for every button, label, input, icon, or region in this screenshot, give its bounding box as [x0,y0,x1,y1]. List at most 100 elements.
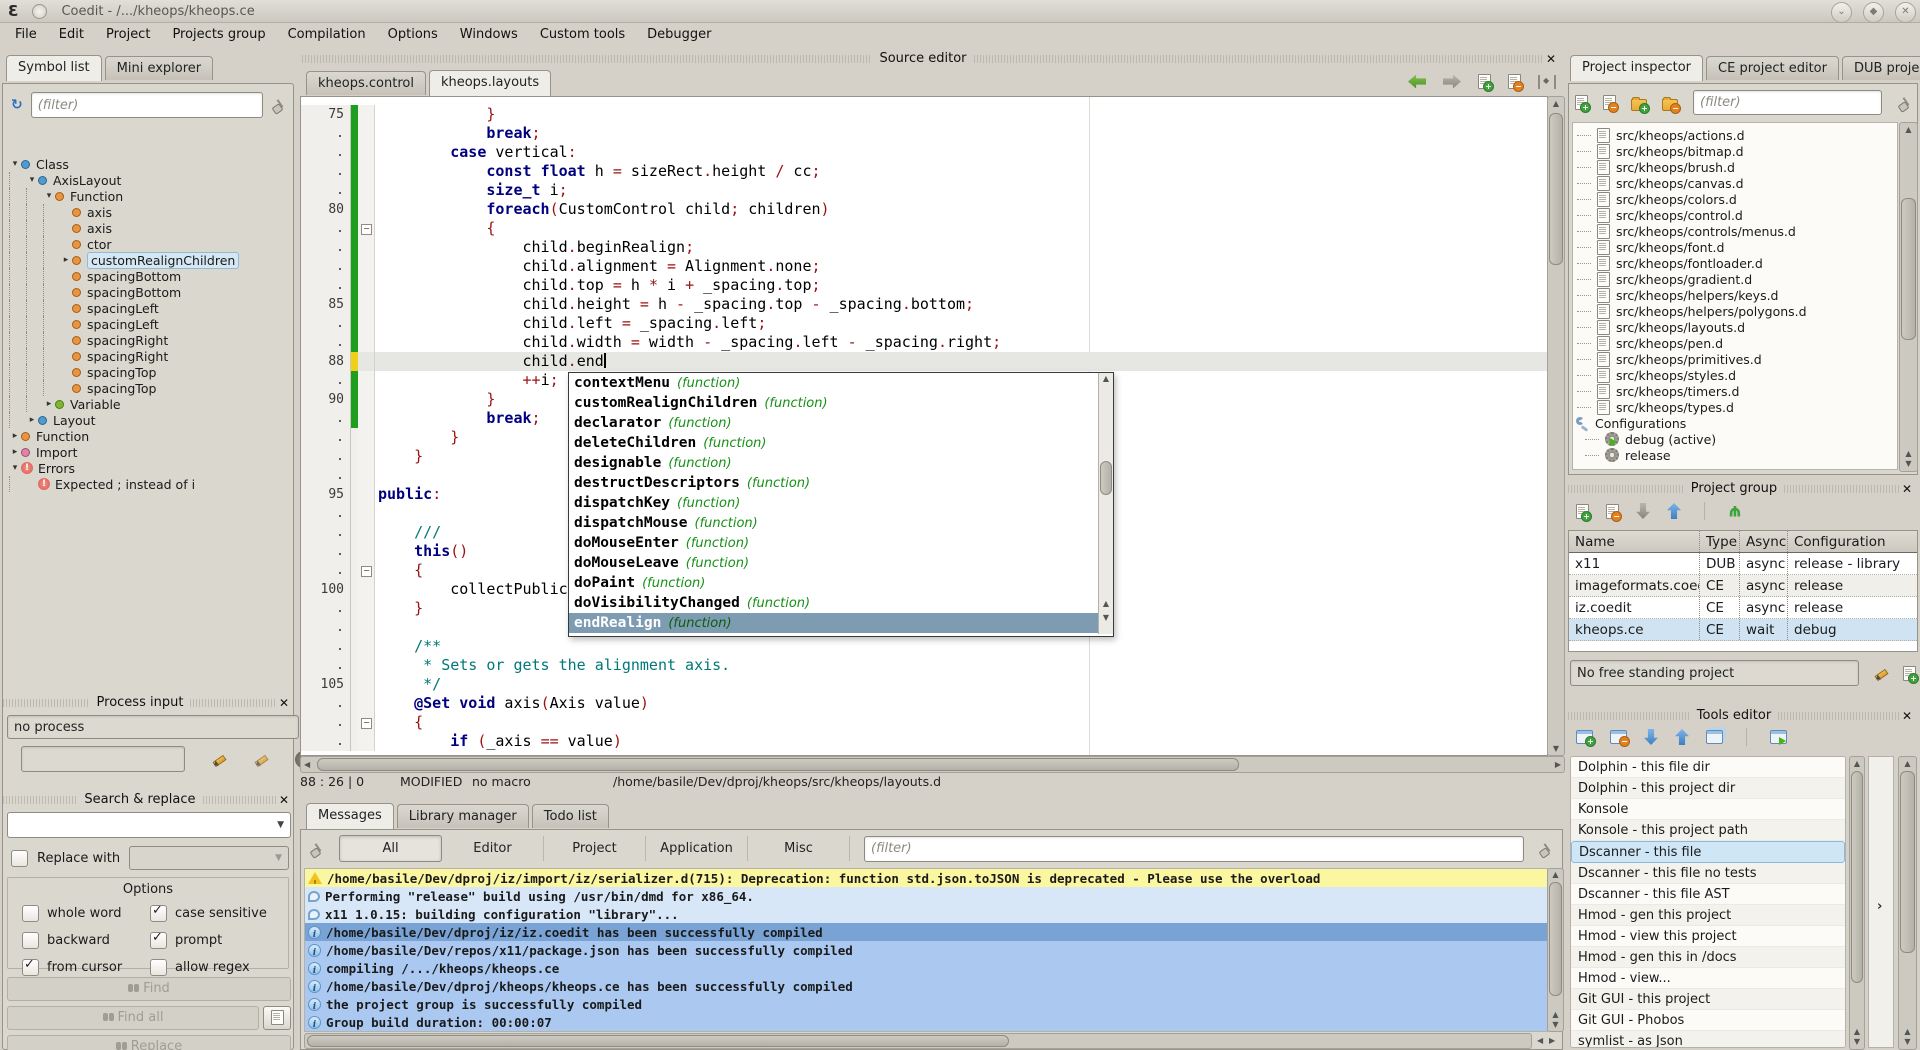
popup-scroll-thumb[interactable] [1100,461,1112,495]
message-row[interactable]: Group build duration: 00:00:07 [305,1013,1547,1031]
column-header-async[interactable]: Async [1739,531,1787,552]
symbol-filter-input[interactable]: (filter) [31,92,263,118]
process-input-field[interactable] [21,746,185,772]
code-line[interactable]: . * Sets or gets the alignment axis. [301,656,1547,675]
checkbox-allow-regex[interactable] [150,959,167,976]
tab-symbol-list[interactable]: Symbol list [6,55,102,81]
code-line[interactable]: 88 child.end [301,352,1547,371]
filter-application[interactable]: Application [646,836,748,861]
tab-dub-project-editor[interactable]: DUB project editor [1842,56,1920,80]
clear-filter-brush-icon[interactable] [1897,95,1913,111]
symbol-tree-item[interactable]: ▸Function [9,428,289,444]
move-down-icon[interactable] [1636,503,1650,519]
symbol-tree-item[interactable]: ▾!Errors [9,460,289,476]
go-back-icon[interactable] [1408,75,1426,89]
message-filter-input[interactable]: (filter) [864,836,1524,862]
maximize-button-icon[interactable]: ◆ [1863,2,1884,23]
project-file-item[interactable]: src/kheops/gradient.d [1573,271,1897,287]
expand-parameters-icon[interactable]: › [1877,899,1882,914]
tab-ce-project-editor[interactable]: CE project editor [1706,56,1839,80]
editor-hscroll-thumb[interactable] [317,758,1239,771]
configuration-item[interactable]: release [1573,447,1897,463]
tool-item[interactable]: symlist - as Json [1571,1031,1845,1048]
close-icon[interactable]: ✕ [279,696,289,710]
split-view-icon[interactable] [1538,75,1556,89]
expand-icon[interactable]: ▸ [43,399,55,409]
find-all-in-doc-button[interactable] [263,1006,291,1030]
message-row[interactable]: /home/basile/Dev/dproj/iz/iz.coedit has … [305,923,1547,941]
clear-messages-brush-icon[interactable] [309,841,325,857]
scroll-down-icon[interactable]: ▼ [1548,744,1564,753]
close-icon[interactable]: ✕ [1902,482,1912,496]
fold-icon[interactable]: − [361,566,372,577]
code-line[interactable]: .− { [301,219,1547,238]
remove-file-icon[interactable] [1603,95,1616,110]
fold-icon[interactable]: − [361,224,372,235]
symbol-tree-item[interactable]: spacingRight [9,348,289,364]
code-line[interactable]: . /** [301,637,1547,656]
editor-tab-kheops-layouts[interactable]: kheops.layouts [429,70,551,96]
file-tree-scrollbar[interactable]: ▲ ▲ ▼ [1899,122,1918,472]
tool-item[interactable]: Dolphin - this file dir [1571,757,1845,778]
completion-item[interactable]: declarator(function) [569,413,1113,433]
code-line[interactable]: 75 } [301,105,1547,124]
symbol-tree-item[interactable]: ▾AxisLayout [9,172,289,188]
add-file-icon[interactable] [1575,95,1588,110]
tool-item[interactable]: Hmod - view... [1571,968,1845,989]
symbol-tree-item[interactable]: spacingLeft [9,316,289,332]
message-row[interactable]: /home/basile/Dev/repos/x11/package.json … [305,941,1547,959]
tab-messages[interactable]: Messages [306,803,394,829]
project-row[interactable]: iz.coeditCEasyncrelease [1569,597,1917,619]
symbol-tree-item[interactable]: ctor [9,236,289,252]
popup-scroll-up2-icon[interactable]: ▲ [1099,599,1113,608]
symbol-tree-item[interactable]: spacingLeft [9,300,289,316]
new-document-icon[interactable] [1478,74,1491,89]
configuration-item[interactable]: debug (active) [1573,431,1897,447]
column-header-configuration[interactable]: Configuration [1787,531,1915,552]
code-line[interactable]: . child.top = h * i + _spacing.top; [301,276,1547,295]
project-file-item[interactable]: src/kheops/primitives.d [1573,351,1897,367]
symbol-tree-item[interactable]: spacingTop [9,380,289,396]
completion-item[interactable]: destructDescriptors(function) [569,473,1113,493]
add-tool-icon[interactable] [1576,730,1593,744]
checkbox-case-sensitive[interactable] [150,905,167,922]
project-row[interactable]: x11DUBasyncrelease - library [1569,553,1917,575]
project-file-item[interactable]: src/kheops/timers.d [1573,383,1897,399]
tab-library-manager[interactable]: Library manager [397,804,529,828]
project-file-item[interactable]: src/kheops/bitmap.d [1573,143,1897,159]
expand-icon[interactable]: ▸ [26,415,38,425]
inspector-filter-input[interactable]: (filter) [1693,90,1882,115]
add-folder-icon[interactable] [1631,99,1647,111]
filter-brush-icon[interactable] [1538,841,1554,857]
project-row[interactable]: kheops.ceCEwaitdebug [1569,619,1917,641]
add-project-icon[interactable] [1576,504,1589,519]
move-tool-up-icon[interactable] [1675,729,1689,745]
scroll-down-icon[interactable]: ▼ [1900,459,1917,468]
code-line[interactable]: . child.width = width - _spacing.left - … [301,333,1547,352]
menu-item-debugger[interactable]: Debugger [636,24,722,45]
tab-mini-explorer[interactable]: Mini explorer [105,56,214,80]
filter-all[interactable]: All [339,835,442,862]
tool-item[interactable]: Dscanner - this file [1571,841,1845,863]
completion-item[interactable]: doMouseLeave(function) [569,553,1113,573]
code-line[interactable]: . case vertical: [301,143,1547,162]
message-row[interactable]: compiling /.../kheops/kheops.ce [305,959,1547,977]
scroll-up2-icon[interactable]: ▲ [1900,449,1917,458]
checkbox-prompt[interactable] [150,932,167,949]
symbol-tree-item[interactable]: ▸Layout [9,412,289,428]
replace-button[interactable]: Replace [7,1035,291,1050]
close-icon[interactable]: ✕ [279,793,289,807]
editor-tab-kheops-control[interactable]: kheops.control [306,71,426,95]
message-row[interactable]: /home/basile/Dev/dproj/kheops/kheops.ce … [305,977,1547,995]
completion-item[interactable]: customRealignChildren(function) [569,393,1113,413]
move-up-icon[interactable] [1667,503,1681,519]
checkbox-whole-word[interactable] [22,905,39,922]
message-row[interactable]: the project group is successfully compil… [305,995,1547,1013]
scroll-left-icon[interactable]: ◀ [1537,1036,1543,1045]
completion-item[interactable]: deleteChildren(function) [569,433,1113,453]
symbol-tree-item[interactable]: ▸Import [9,444,289,460]
menu-item-options[interactable]: Options [377,24,449,45]
message-row[interactable]: /home/basile/Dev/dproj/iz/import/iz/seri… [305,869,1547,887]
symbol-tree-item[interactable]: spacingRight [9,332,289,348]
code-line[interactable]: . child.left = _spacing.left; [301,314,1547,333]
